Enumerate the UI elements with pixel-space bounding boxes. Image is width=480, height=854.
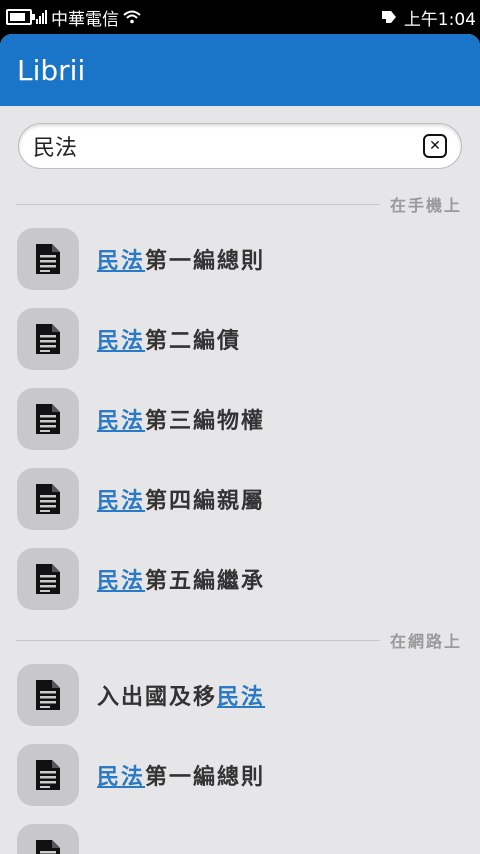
status-bar: 中華電信 上午1:04 (0, 0, 480, 34)
result-item[interactable]: 民法第一編總則 (0, 735, 480, 815)
result-title: 民法第二編債 (97, 323, 241, 355)
result-title-match: 民法 (97, 329, 146, 354)
result-title-match: 民法 (217, 685, 266, 710)
document-icon (17, 548, 79, 610)
result-title-prefix: 入出國及移 (97, 685, 218, 710)
result-item[interactable]: 入出國及移民法 (0, 655, 480, 735)
result-title-match: 民法 (97, 489, 146, 514)
divider-line (16, 203, 380, 205)
result-title: 民法第一編總則 (97, 243, 265, 275)
signal-icon (36, 10, 47, 24)
result-title: 入出國及移民法 (97, 679, 265, 711)
result-item[interactable]: 民法第二編債 (0, 299, 480, 379)
result-title-match: 民法 (97, 409, 146, 434)
result-item[interactable]: 民法第三編物權 (0, 379, 480, 459)
app-header: Librii (0, 34, 480, 106)
result-title: 民法第五編繼承 (97, 563, 265, 595)
document-icon (17, 468, 79, 530)
section-label: 在手機上 (389, 196, 462, 215)
app-screen: Librii ✕ 在手機上 民法第一編總則民法第二編債民法第三編物權民法第四編親… (0, 34, 480, 854)
clock: 上午1:04 (403, 9, 476, 30)
result-title-suffix: 第五編繼承 (145, 569, 266, 594)
document-icon (17, 228, 79, 290)
result-item[interactable]: 民法第一編總則 (0, 219, 480, 299)
result-title-suffix: 第一編總則 (145, 765, 266, 790)
battery-icon (6, 9, 35, 25)
section-header-local: 在手機上 (0, 189, 480, 219)
result-title: 民法第四編親屬 (97, 483, 265, 515)
document-icon (17, 308, 79, 370)
result-item[interactable]: 民法第五編繼承 (0, 539, 480, 619)
result-title-match: 民法 (97, 249, 146, 274)
app-title: Librii (17, 53, 86, 87)
section-header-web: 在網路上 (0, 625, 480, 655)
document-icon (17, 744, 79, 806)
result-item[interactable] (0, 815, 480, 854)
result-title: 民法第三編物權 (97, 403, 265, 435)
section-label: 在網路上 (389, 632, 462, 651)
document-icon (17, 388, 79, 450)
search-input[interactable] (33, 133, 423, 159)
notification-icon (381, 11, 396, 23)
result-title: 民法第一編總則 (97, 759, 265, 791)
result-item[interactable]: 民法第四編親屬 (0, 459, 480, 539)
result-title-suffix: 第二編債 (145, 329, 242, 354)
result-title-suffix: 第四編親屬 (145, 489, 266, 514)
result-title-suffix: 第一編總則 (145, 249, 266, 274)
wifi-icon (123, 10, 141, 24)
result-title-match: 民法 (97, 569, 146, 594)
document-icon (17, 664, 79, 726)
carrier-name: 中華電信 (51, 9, 119, 30)
result-title-suffix: 第三編物權 (145, 409, 266, 434)
search-box: ✕ (18, 123, 462, 169)
document-icon (17, 824, 79, 854)
divider-line (16, 639, 380, 641)
clear-search-icon[interactable]: ✕ (423, 134, 447, 158)
result-title-match: 民法 (97, 765, 146, 790)
